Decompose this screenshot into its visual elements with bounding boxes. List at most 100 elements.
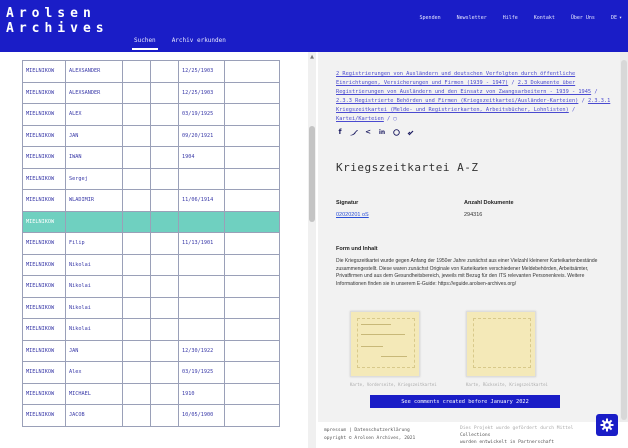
table-cell: MIELNIKOW [22, 60, 66, 83]
table-cell: MIELNIKOW [22, 296, 66, 319]
table-cell: 03/19/1925 [178, 361, 225, 384]
table-row[interactable]: MIELNIKOW IWAN 1904 [22, 146, 280, 169]
table-cell: JAN [65, 339, 123, 362]
table-cell [150, 404, 179, 427]
nav-donate[interactable]: Spenden [420, 15, 441, 21]
table-row[interactable]: MIELNIKOW Alex 03/19/1925 [22, 361, 280, 384]
table-cell: MIELNIKOW [22, 124, 66, 147]
see-comments-label: See comments created before January 2022 [401, 398, 529, 405]
table-cell: Sergej [65, 167, 123, 190]
gear-icon [600, 418, 614, 432]
results-scrollbar[interactable]: ▲ [308, 52, 316, 448]
table-cell [150, 124, 179, 147]
chevron-down-icon: ▾ [618, 15, 622, 21]
see-comments-button[interactable]: See comments created before January 2022 [370, 395, 560, 408]
footer-partner-line: Collections [460, 433, 491, 438]
table-cell [224, 275, 280, 298]
table-cell [150, 361, 179, 384]
copy-icon[interactable]: ▢ [393, 116, 396, 122]
table-cell [122, 60, 151, 83]
table-cell: MICHAEL [65, 382, 123, 405]
table-cell [122, 103, 151, 126]
tab-search[interactable]: Suchen [126, 33, 164, 50]
footer-legal-links[interactable]: mpressum | Datenschutzerklärung [324, 427, 415, 435]
table-row[interactable]: MIELNIKOW Nikolai [22, 253, 280, 276]
detail-scroll-thumb[interactable] [621, 60, 627, 420]
scroll-up-arrow-icon[interactable]: ▲ [309, 54, 315, 60]
table-row[interactable]: MIELNIKOW WLADIMIR 11/06/1914 [22, 189, 280, 212]
table-cell [150, 339, 179, 362]
table-cell [122, 210, 151, 233]
language-selector[interactable]: DE ▾ [611, 15, 622, 21]
table-cell: 11/13/1901 [178, 232, 225, 255]
table-cell: 12/25/1903 [178, 60, 225, 83]
document-thumbnail-back[interactable] [466, 311, 536, 377]
table-cell [224, 318, 280, 341]
table-row[interactable]: MIELNIKOW ALEX 03/19/1925 [22, 103, 280, 126]
table-cell [224, 210, 280, 233]
breadcrumb-item[interactable]: 2.3.3 Registrierte Behörden und Firmen (… [336, 98, 578, 104]
nav-newsletter[interactable]: Newsletter [457, 15, 487, 21]
twitter-icon[interactable] [350, 128, 358, 136]
table-cell: 03/19/1925 [178, 103, 225, 126]
table-row[interactable]: MIELNIKOW Filip 11/13/1901 [22, 232, 280, 255]
table-cell: WLADIMIR [65, 189, 123, 212]
table-row[interactable]: MIELNIKOW MICHAEL 1910 [22, 382, 280, 405]
table-cell [150, 167, 179, 190]
arolsen-logo[interactable]: Arolsen Archives [6, 6, 109, 36]
table-row[interactable]: MIELNIKOW Nikolai [22, 296, 280, 319]
document-thumbnail-front[interactable] [350, 311, 420, 377]
breadcrumb-item[interactable]: Kartei/Karteien [336, 116, 384, 122]
table-cell [122, 318, 151, 341]
table-cell [150, 60, 179, 83]
table-cell [122, 232, 151, 255]
document-count-label: Anzahl Dokumente [464, 200, 514, 206]
detail-scrollbar[interactable] [620, 52, 628, 422]
table-cell [65, 210, 123, 233]
table-cell: 09/20/1921 [178, 124, 225, 147]
table-cell [224, 146, 280, 169]
table-cell: MIELNIKOW [22, 81, 66, 104]
table-cell [150, 318, 179, 341]
settings-button[interactable] [596, 414, 618, 436]
logo-line-2: Archives [6, 21, 109, 36]
nav-help[interactable]: Hilfe [503, 15, 518, 21]
table-cell: MIELNIKOW [22, 146, 66, 169]
table-cell [150, 232, 179, 255]
table-cell: 12/30/1922 [178, 339, 225, 362]
card-scribble [361, 324, 391, 325]
breadcrumb: 2 Registrierungen von Ausländern und deu… [336, 71, 611, 122]
table-row[interactable]: MIELNIKOW JACOB 10/05/1900 [22, 404, 280, 427]
table-row[interactable]: MIELNIKOW [22, 210, 280, 233]
form-content-text: Die Kriegszeitkartei wurde gegen Anfang … [336, 258, 598, 287]
card-scribble [361, 334, 405, 335]
tab-explore-archive[interactable]: Archiv erkunden [164, 33, 234, 50]
table-row[interactable]: MIELNIKOW ALEXSANDER 12/25/1903 [22, 81, 280, 104]
table-cell: 1910 [178, 382, 225, 405]
whatsapp-icon[interactable] [392, 128, 400, 136]
table-row[interactable]: MIELNIKOW Nikolai [22, 318, 280, 341]
page-footer: mpressum | Datenschutzerklärung opyright… [318, 422, 628, 448]
nav-about[interactable]: Über Uns [571, 15, 595, 21]
table-row[interactable]: MIELNIKOW JAN 09/20/1921 [22, 124, 280, 147]
table-row[interactable]: MIELNIKOW ALEXSANDER 12/25/1903 [22, 60, 280, 83]
table-row[interactable]: MIELNIKOW JAN 12/30/1922 [22, 339, 280, 362]
card-frame [473, 318, 531, 368]
results-scroll-thumb[interactable] [309, 126, 315, 222]
facebook-icon[interactable]: f [336, 128, 344, 136]
table-row[interactable]: MIELNIKOW Nikolai [22, 275, 280, 298]
tab-explore-label: Archiv erkunden [171, 37, 226, 44]
share-icon[interactable]: < [364, 128, 372, 136]
nav-contact[interactable]: Kontakt [534, 15, 555, 21]
footer-legal: mpressum | Datenschutzerklärung opyright… [324, 427, 415, 443]
link-icon[interactable] [406, 128, 414, 136]
table-row[interactable]: MIELNIKOW Sergej [22, 167, 280, 190]
footer-partner-line: wurden entwickelt in Partnerschaft [460, 440, 555, 445]
detail-panel: 2 Registrierungen von Ausländern und deu… [318, 52, 628, 448]
table-cell [224, 296, 280, 319]
linkedin-icon[interactable]: in [378, 128, 386, 136]
thumbnail-caption: Karte, Rückseite, Kriegszeitkartei [466, 382, 548, 387]
table-cell [178, 275, 225, 298]
signature-link[interactable]: 02020201 oS [336, 212, 464, 218]
table-cell: IWAN [65, 146, 123, 169]
